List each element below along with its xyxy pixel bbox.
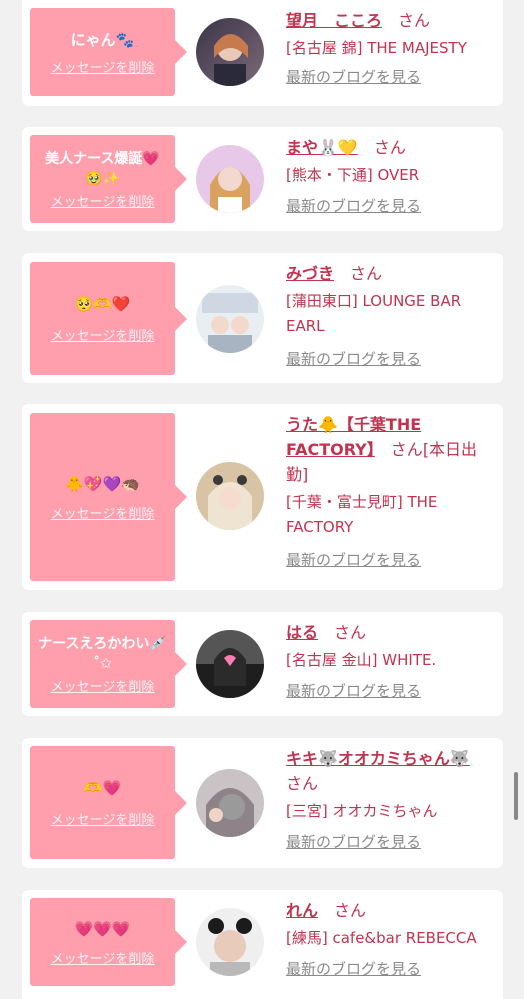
cast-name-link[interactable]: 望月 こころ (286, 11, 382, 30)
avatar-image (196, 285, 264, 353)
shop-label: [千葉・富士見町] THE FACTORY (286, 493, 438, 536)
shop-label: [蒲田東口] LOUNGE BAR EARL (286, 292, 462, 335)
avatar[interactable] (196, 908, 264, 976)
entry-info: はる さん [名古屋 金山] WHITE. 最新のブログを見る (286, 620, 498, 701)
message-text: 🥺🫶❤️ (74, 295, 131, 313)
delete-message-link[interactable]: メッセージを削除 (51, 325, 155, 344)
latest-blog-link[interactable]: 最新のブログを見る (286, 832, 498, 852)
list-item: にゃん🐾 メッセージを削除 望月 こころ さん [名古屋 錦] THE MAJE… (22, 0, 503, 106)
latest-blog-link[interactable]: 最新のブログを見る (286, 550, 498, 570)
delete-message-link[interactable]: メッセージを削除 (51, 948, 155, 967)
latest-blog-link[interactable]: 最新のブログを見る (286, 959, 498, 979)
delete-message-link[interactable]: メッセージを削除 (51, 503, 155, 522)
message-bubble: ナースえろかわい💉˚✩ メッセージを削除 (30, 620, 187, 708)
delete-message-link[interactable]: メッセージを削除 (51, 676, 155, 695)
list-item: 美人ナース爆誕💗🥹✨ メッセージを削除 まや🐰💛 さん [熊本・下通] OVER… (22, 127, 503, 231)
shop-label: [名古屋 錦] THE MAJESTY (286, 39, 467, 57)
scrollbar[interactable] (514, 772, 518, 820)
avatar[interactable] (196, 769, 264, 837)
avatar[interactable] (196, 18, 264, 86)
latest-blog-link[interactable]: 最新のブログを見る (286, 681, 498, 701)
list-item: 🥺🫶❤️ メッセージを削除 みづき さん [蒲田東口] LOUNGE BAR E… (22, 253, 503, 383)
list-item: 💗💗💗 メッセージを削除 れん さん [練馬] cafe&bar REBECCA… (22, 890, 503, 999)
latest-blog-link[interactable]: 最新のブログを見る (286, 67, 498, 87)
message-bubble: 🐥💖💜🦔 メッセージを削除 (30, 413, 187, 581)
shop-label: [練馬] cafe&bar REBECCA (286, 929, 477, 947)
latest-blog-link[interactable]: 最新のブログを見る (286, 196, 498, 216)
list-item: ナースえろかわい💉˚✩ メッセージを削除 はる さん [名古屋 金山] WHIT… (22, 612, 503, 716)
cast-name-link[interactable]: はる (286, 623, 318, 642)
shop-label: [三宮] オオカミちゃん (286, 802, 438, 820)
avatar-image (196, 18, 264, 86)
cast-name-link[interactable]: みづき (286, 264, 334, 283)
message-bubble: にゃん🐾 メッセージを削除 (30, 8, 187, 96)
message-text: 美人ナース爆誕💗🥹✨ (45, 150, 160, 187)
delete-message-link[interactable]: メッセージを削除 (51, 57, 155, 76)
avatar[interactable] (196, 285, 264, 353)
message-bubble: 🫶💗 メッセージを削除 (30, 746, 187, 859)
avatar-image (196, 630, 264, 698)
avatar-image (196, 462, 264, 530)
list-item: 🐥💖💜🦔 メッセージを削除 うた🐥【千葉THE FACTORY】 さん[本日出勤… (22, 404, 503, 590)
message-text: ナースえろかわい💉˚✩ (38, 635, 167, 672)
message-text: にゃん🐾 (70, 30, 135, 49)
entry-info: 望月 こころ さん [名古屋 錦] THE MAJESTY 最新のブログを見る (286, 8, 498, 87)
message-text: 💗💗💗 (74, 919, 131, 938)
cast-name-link[interactable]: れん (286, 901, 318, 920)
cast-name-link[interactable]: キキ🐺オオカミちゃん🐺 (286, 749, 470, 768)
shop-label: [名古屋 金山] WHITE. (286, 651, 437, 669)
message-bubble: 💗💗💗 メッセージを削除 (30, 898, 187, 986)
honorific: さん (373, 138, 406, 157)
honorific: さん (334, 901, 367, 920)
latest-blog-link[interactable]: 最新のブログを見る (286, 349, 498, 369)
delete-message-link[interactable]: メッセージを削除 (51, 809, 155, 828)
delete-message-link[interactable]: メッセージを削除 (51, 191, 155, 210)
avatar-image (196, 145, 264, 213)
avatar-image (196, 908, 264, 976)
entry-info: まや🐰💛 さん [熊本・下通] OVER 最新のブログを見る (286, 135, 498, 216)
honorific: さん (334, 623, 367, 642)
message-text: 🐥💖💜🦔 (65, 474, 140, 493)
honorific: さん (286, 774, 319, 793)
avatar-image (196, 769, 264, 837)
shop-label: [熊本・下通] OVER (286, 166, 420, 184)
honorific: さん (398, 11, 431, 30)
entry-info: れん さん [練馬] cafe&bar REBECCA 最新のブログを見る (286, 898, 498, 979)
message-bubble: 🥺🫶❤️ メッセージを削除 (30, 262, 187, 375)
honorific: さん (350, 264, 383, 283)
message-bubble: 美人ナース爆誕💗🥹✨ メッセージを削除 (30, 135, 187, 223)
entry-info: うた🐥【千葉THE FACTORY】 さん[本日出勤] [千葉・富士見町] TH… (286, 412, 498, 570)
avatar[interactable] (196, 462, 264, 530)
message-text: 🫶💗 (83, 779, 122, 797)
entry-info: みづき さん [蒲田東口] LOUNGE BAR EARL 最新のブログを見る (286, 261, 498, 369)
list-item: 🫶💗 メッセージを削除 キキ🐺オオカミちゃん🐺 さん [三宮] オオカミちゃん … (22, 738, 503, 868)
entry-info: キキ🐺オオカミちゃん🐺 さん [三宮] オオカミちゃん 最新のブログを見る (286, 746, 498, 852)
avatar[interactable] (196, 630, 264, 698)
avatar[interactable] (196, 145, 264, 213)
honorific: さん (390, 440, 423, 459)
cast-name-link[interactable]: まや🐰💛 (286, 138, 358, 157)
favorite-list: にゃん🐾 メッセージを削除 望月 こころ さん [名古屋 錦] THE MAJE… (0, 0, 524, 999)
